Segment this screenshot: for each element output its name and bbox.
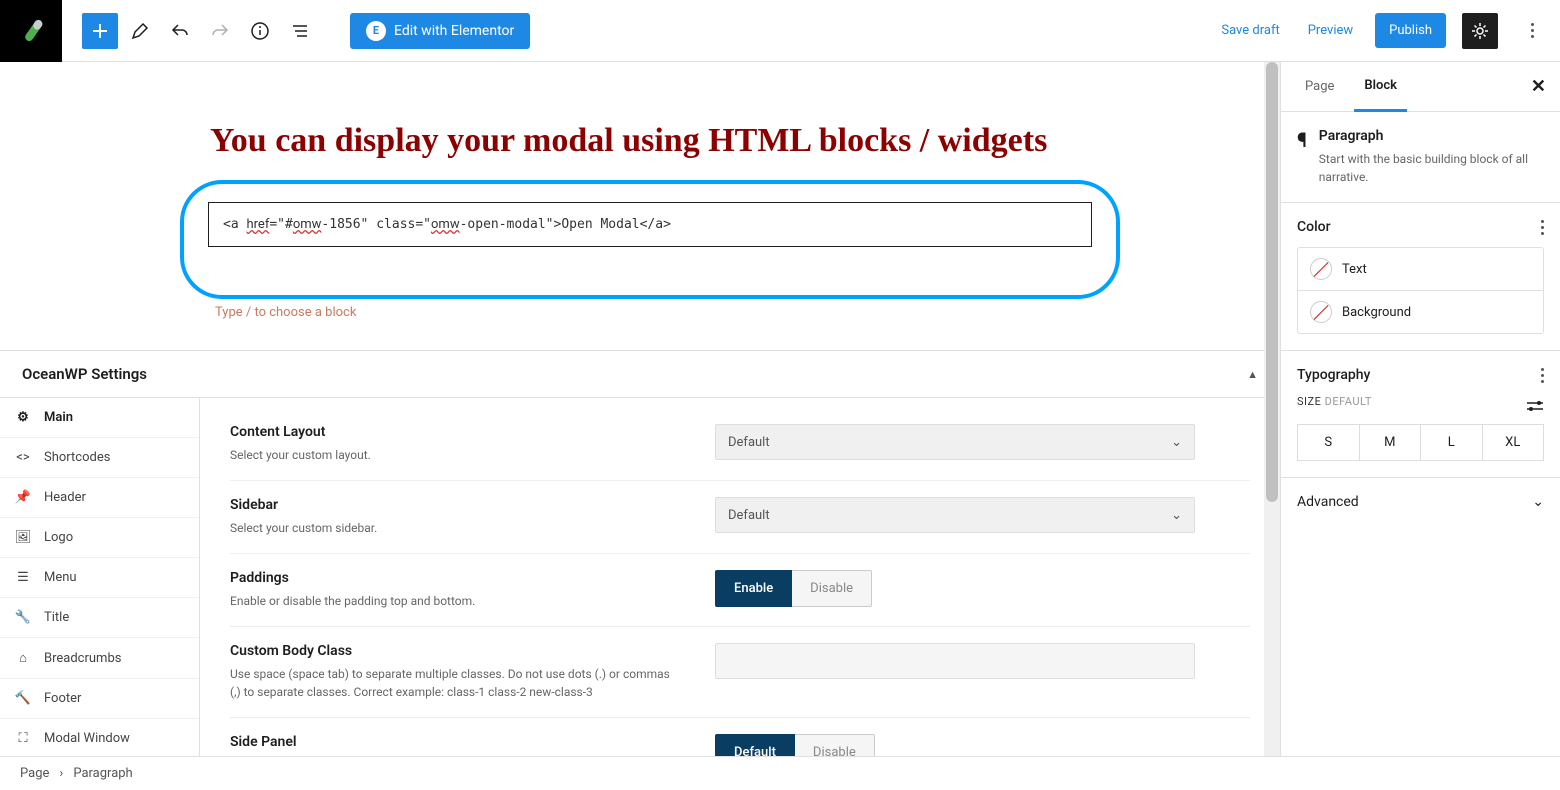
field-desc: Use space (space tab) to separate multip… xyxy=(230,665,670,701)
color-options-button[interactable] xyxy=(1541,220,1544,235)
chevron-down-icon: ⌄ xyxy=(1171,435,1182,450)
chevron-down-icon: ⌄ xyxy=(1171,508,1182,523)
tab-breadcrumbs[interactable]: ⌂Breadcrumbs xyxy=(0,638,199,679)
outline-button[interactable] xyxy=(282,13,318,49)
gear-icon: ⚙ xyxy=(14,410,32,425)
paddings-enable[interactable]: Enable xyxy=(715,570,792,607)
preview-button[interactable]: Preview xyxy=(1302,17,1359,44)
font-size-selector: S M L XL xyxy=(1297,424,1544,461)
field-desc: Select your custom sidebar. xyxy=(230,519,715,537)
add-block-button[interactable] xyxy=(82,13,118,49)
pin-icon: 📌 xyxy=(14,490,32,505)
side-panel-default[interactable]: Default xyxy=(715,734,795,756)
chevron-down-icon: ⌄ xyxy=(1532,494,1544,510)
block-sidebar: Page Block ✕ ¶ Paragraph Start with the … xyxy=(1280,62,1560,756)
info-button[interactable] xyxy=(242,13,278,49)
block-type-name: Paragraph xyxy=(1319,128,1544,144)
field-label: Paddings xyxy=(230,570,715,586)
field-label: Content Layout xyxy=(230,424,715,440)
paragraph-icon: ¶ xyxy=(1297,128,1307,152)
menu-icon: ☰ xyxy=(14,570,32,585)
wrench-icon: 🔧 xyxy=(14,610,32,625)
edit-tools-button[interactable] xyxy=(122,13,158,49)
redo-button xyxy=(202,13,238,49)
save-draft-button[interactable]: Save draft xyxy=(1215,17,1285,44)
tab-footer[interactable]: 🔨Footer xyxy=(0,679,199,719)
paddings-toggle: Enable Disable xyxy=(715,570,1195,607)
test-tube-icon xyxy=(15,15,47,47)
background-color-button[interactable]: Background xyxy=(1298,290,1543,333)
tab-shortcodes[interactable]: <>Shortcodes xyxy=(0,438,199,478)
sidebar-select[interactable]: Default⌄ xyxy=(715,497,1195,533)
close-sidebar-button[interactable]: ✕ xyxy=(1531,76,1546,97)
oceanwp-panel-header[interactable]: OceanWP Settings ▲ xyxy=(0,351,1280,397)
field-label: Side Panel xyxy=(230,734,715,750)
tab-logo[interactable]: 🖼Logo xyxy=(0,518,199,558)
tab-page[interactable]: Page xyxy=(1295,63,1344,110)
oceanwp-tabs: ⚙Main <>Shortcodes 📌Header 🖼Logo ☰Menu 🔧… xyxy=(0,398,200,756)
field-label: Custom Body Class xyxy=(230,643,670,659)
tab-title[interactable]: 🔧Title xyxy=(0,598,199,638)
annotation-highlight: <a href="#omw-1856" class="omw-open-moda… xyxy=(180,180,1120,299)
content-layout-select[interactable]: Default⌄ xyxy=(715,424,1195,460)
block-appender-hint[interactable]: Type / to choose a block xyxy=(215,305,1220,320)
scrollbar[interactable] xyxy=(1264,62,1280,756)
undo-button[interactable] xyxy=(162,13,198,49)
code-icon: <> xyxy=(14,450,32,465)
chevron-right-icon: › xyxy=(59,766,63,781)
edit-elementor-button[interactable]: E Edit with Elementor xyxy=(350,13,530,49)
settings-button[interactable] xyxy=(1462,13,1498,49)
color-swatch-icon xyxy=(1310,301,1332,323)
page-title[interactable]: You can display your modal using HTML bl… xyxy=(210,122,1220,160)
expand-icon: ⛶ xyxy=(14,731,32,746)
advanced-section-toggle[interactable]: Advanced ⌄ xyxy=(1297,494,1544,510)
tab-main[interactable]: ⚙Main xyxy=(0,398,199,438)
block-type-desc: Start with the basic building block of a… xyxy=(1319,150,1544,186)
tab-modal-window[interactable]: ⛶Modal Window xyxy=(0,719,199,756)
tab-header[interactable]: 📌Header xyxy=(0,478,199,518)
size-settings-icon[interactable] xyxy=(1526,400,1544,412)
size-s[interactable]: S xyxy=(1298,425,1360,460)
typography-options-button[interactable] xyxy=(1541,368,1544,383)
text-color-button[interactable]: Text xyxy=(1298,248,1543,290)
size-xl[interactable]: XL xyxy=(1483,425,1544,460)
side-panel-disable[interactable]: Disable xyxy=(795,734,875,756)
html-block[interactable]: <a href="#omw-1856" class="omw-open-moda… xyxy=(208,202,1092,247)
field-desc: Select your custom layout. xyxy=(230,446,715,464)
more-options-button[interactable] xyxy=(1514,13,1550,49)
size-l[interactable]: L xyxy=(1421,425,1483,460)
site-logo[interactable] xyxy=(0,0,62,62)
tab-block[interactable]: Block xyxy=(1354,62,1407,112)
typography-section-title: Typography xyxy=(1297,367,1370,383)
top-toolbar: E Edit with Elementor Save draft Preview… xyxy=(0,0,1560,62)
custom-body-class-input[interactable] xyxy=(715,643,1195,679)
hammer-icon: 🔨 xyxy=(14,691,32,706)
breadcrumb-bar: Page › Paragraph xyxy=(0,756,1560,790)
elementor-icon: E xyxy=(366,21,386,41)
breadcrumb-paragraph[interactable]: Paragraph xyxy=(73,766,132,781)
size-m[interactable]: M xyxy=(1360,425,1422,460)
color-swatch-icon xyxy=(1310,258,1332,280)
color-section-title: Color xyxy=(1297,219,1331,235)
side-panel-toggle: Default Disable xyxy=(715,734,1195,756)
oceanwp-settings-panel: OceanWP Settings ▲ ⚙Main <>Shortcodes 📌H… xyxy=(0,350,1280,756)
collapse-icon: ▲ xyxy=(1247,368,1258,381)
field-desc: Enable or disable the padding top and bo… xyxy=(230,592,715,610)
home-icon: ⌂ xyxy=(14,650,32,666)
tab-menu[interactable]: ☰Menu xyxy=(0,558,199,598)
field-label: Sidebar xyxy=(230,497,715,513)
paddings-disable[interactable]: Disable xyxy=(792,570,872,607)
breadcrumb-page[interactable]: Page xyxy=(20,766,49,781)
image-icon: 🖼 xyxy=(14,530,32,545)
publish-button[interactable]: Publish xyxy=(1375,13,1446,48)
editor-canvas: You can display your modal using HTML bl… xyxy=(0,62,1280,756)
